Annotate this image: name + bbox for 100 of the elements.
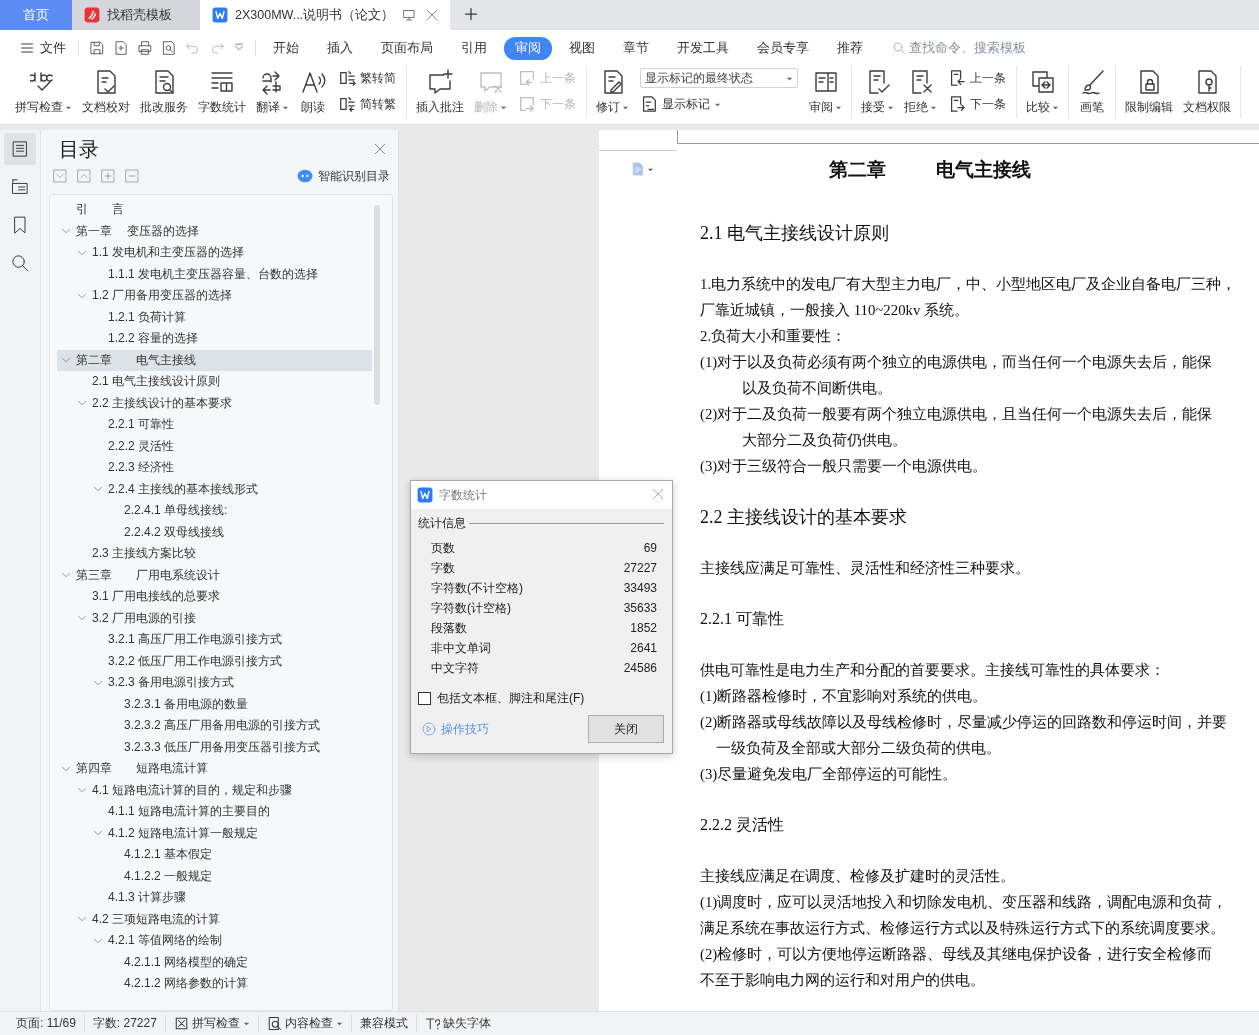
toc-item[interactable]: 1.1 发电机和主变压器的选择 [57,242,372,264]
toc-item[interactable]: 2.2.4 主接线的基本接线形式 [57,478,372,500]
toc-item[interactable]: 2.2 主接线设计的基本要求 [57,392,372,414]
menu-tab[interactable]: 开始 [262,36,310,60]
menu-tab[interactable]: 开发工具 [666,36,740,60]
toc-item[interactable]: 4.2 三项短路电流的计算 [57,908,372,930]
checkbox-label[interactable]: 包括文本框、脚注和尾注(F) [437,690,585,707]
toc-item[interactable]: 2.3 主接线方案比较 [57,543,372,565]
toc-item[interactable]: 1.2.2 容量的选择 [57,328,372,350]
toc-item[interactable]: 2.2.1 可靠性 [57,414,372,436]
document-previous-icon [948,69,966,87]
sidebar-button[interactable] [4,133,36,165]
stat-label: 段落数 [431,619,467,637]
ribbon-button[interactable]: 朗读 [294,68,332,118]
toc-item[interactable]: 2.2.4.1 单母线接线: [57,500,372,522]
menu-tab[interactable]: 会员专享 [746,36,820,60]
stat-value: 2641 [630,641,657,655]
menu-tab[interactable]: 引用 [450,36,498,60]
ribbon-button[interactable]: 批改服务 [135,68,193,118]
toc-item[interactable]: 2.2.3 经济性 [57,457,372,479]
ribbon-button[interactable]: 限制编辑 [1120,68,1178,118]
toc-item[interactable]: 4.1.2 短路电流计算一般规定 [57,822,372,844]
ribbon-button[interactable]: 文档校对 [77,68,135,118]
ribbon-button[interactable]: 修订 [591,68,634,118]
toc-item[interactable]: 4.2.1.1 网络模型的确定 [57,951,372,973]
paragraph-line: 满足系统在事故运行方式、检修运行方式以及特殊运行方式下的系统调度要求。 [700,920,1225,936]
checkbox[interactable] [418,692,431,705]
toc-item[interactable]: 第三章 厂用电系统设计 [57,564,372,586]
ribbon-button[interactable]: 插入批注 [411,68,469,118]
status-button[interactable]: 拼写检查 [165,1015,259,1032]
toc-item[interactable]: 第一章 变压器的选择 [57,220,372,242]
toc-item[interactable]: 2.2.2 灵活性 [57,435,372,457]
stat-label: 字数 [431,559,455,577]
tab[interactable]: 找稻壳模板 [72,0,200,30]
toc-item[interactable]: 3.1 厂用电接线的总要求 [57,586,372,608]
toc-item[interactable]: 1.2.1 负荷计算 [57,306,372,328]
toc-item[interactable]: 3.2.3.1 备用电源的数量 [57,693,372,715]
ribbon-button[interactable]: 繁转简 [338,68,396,88]
markup-select[interactable]: 显示标记的最终状态 [640,68,798,88]
toc-icon [10,139,30,159]
ribbon-button[interactable]: 字数统计 [193,68,251,118]
file-menu[interactable]: 文件 [14,35,72,61]
toc-item[interactable]: 4.2.1 等值网络的绘制 [57,930,372,952]
ribbon-button[interactable]: 文档权限 [1178,68,1236,118]
toc-item[interactable]: 1.2 厂用备用变压器的选择 [57,285,372,307]
menu-tab[interactable]: 章节 [612,36,660,60]
ribbon-button[interactable]: 审阅 [804,68,847,118]
toc-item[interactable]: 3.2.3.3 低压厂用备用变压器引接方式 [57,736,372,758]
ribbon-button[interactable]: 上一条 [948,68,1006,88]
section-label: 统计信息 [418,515,466,532]
toc-item[interactable]: 1.1.1 发电机主变压器容量、台数的选择 [57,263,372,285]
toc-item[interactable]: 4.1.2.2 一般规定 [57,865,372,887]
robot-icon [297,168,313,184]
toc-item[interactable]: 3.2.1 高压厂用工作电源引接方式 [57,629,372,651]
toc-item[interactable]: 3.2.3.2 高压厂用备用电源的引接方式 [57,715,372,737]
ribbon-button[interactable]: 画笔 [1073,68,1111,118]
toc-item[interactable]: 4.1.2.1 基本假定 [57,844,372,866]
menu-icon [20,41,34,55]
paragraph-line: (1)断路器检修时，不宜影响对系统的供电。 [700,688,988,704]
toc-item[interactable]: 2.1 电气主接线设计原则 [57,371,372,393]
status-button[interactable]: 内容检查 [258,1015,352,1032]
comment-next-icon [518,95,536,113]
toc-item[interactable]: 2.2.4.2 双母线接线 [57,521,372,543]
toc-item[interactable]: 4.1.1 短路电流计算的主要目的 [57,801,372,823]
paragraph-line: 主接线应满足可靠性、灵活性和经济性三种要求。 [700,560,1030,576]
menu-tab[interactable]: 视图 [558,36,606,60]
document-icon [631,162,645,176]
stat-label: 非中文单词 [431,639,491,657]
stat-value: 24586 [623,661,657,675]
status-button[interactable]: 缺失字体 [416,1015,499,1032]
search-icon [10,253,30,273]
ribbon-button[interactable]: 拒绝 [899,68,942,118]
toc-item[interactable]: 4.2.1.2 网络参数的计算 [57,973,372,995]
toc-item[interactable]: 第四章 短路电流计算 [57,758,372,780]
close-button[interactable]: 关闭 [588,715,664,743]
toc-item[interactable]: 4.1 短路电流计算的目的，规定和步骤 [57,779,372,801]
ribbon-button[interactable]: 翻译 [251,68,294,118]
toc-item[interactable]: 3.2.3 备用电源引接方式 [57,672,372,694]
paragraph-line: 不至于影响电力网的运行和对用户的供电。 [700,972,985,988]
outline-icon [10,177,30,197]
ribbon-button[interactable]: 拼写检查 [10,68,77,118]
menu-tab[interactable]: 插入 [316,36,364,60]
toc-item[interactable]: 4.1.3 计算步骤 [57,887,372,909]
toc-item[interactable]: 3.2 厂用电源的引接 [57,607,372,629]
menu-tab[interactable]: 审阅 [504,36,552,60]
ribbon-button[interactable]: 下一条 [948,94,1006,114]
ribbon-button[interactable]: 比较 [1021,68,1064,118]
smart-toc-button[interactable]: 智能识别目录 [297,167,390,185]
toc-item[interactable]: 第二章 电气主接线 [57,349,372,371]
menu-tab[interactable]: 页面布局 [370,36,444,60]
paragraph-line: 以及负荷不间断供电。 [742,380,892,396]
panel-title: 目录 [59,136,99,162]
tab[interactable]: 2X300MW...说明书（论文） [200,0,450,30]
stat-value: 1852 [630,621,657,635]
menu-tab[interactable]: 推荐 [826,36,874,60]
ribbon-button[interactable]: 接受 [856,68,899,118]
ribbon-button[interactable]: 显示标记 [640,94,798,114]
ribbon-button[interactable]: 简转繁 [338,94,396,114]
toc-item[interactable]: 3.2.2 低压厂用工作电源引接方式 [57,650,372,672]
toc-item[interactable]: 引 言 [57,199,372,221]
